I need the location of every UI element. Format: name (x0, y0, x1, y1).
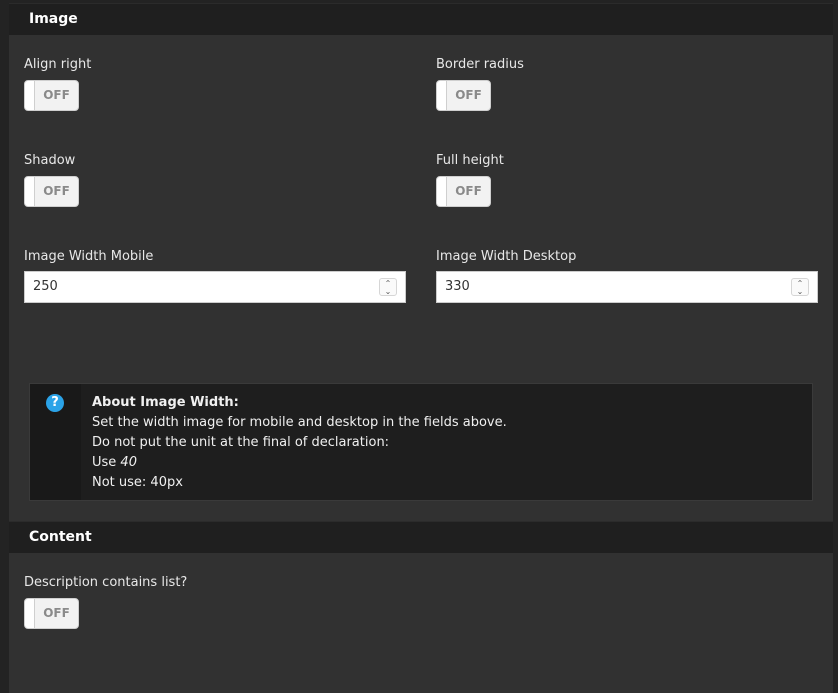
info-line-3: Use 40 (92, 453, 507, 473)
toggle-state: OFF (43, 184, 70, 198)
info-line-4: Not use: 40px (92, 475, 183, 490)
chevron-down-icon[interactable]: ⌄ (792, 288, 808, 296)
input-value: 330 (445, 279, 470, 294)
info-gutter: ? (30, 384, 81, 500)
number-spinner[interactable]: ⌃ ⌄ (379, 278, 397, 296)
full-height-label: Full height (436, 153, 504, 168)
info-text: About Image Width: Set the width image f… (92, 393, 507, 493)
info-line-2: Do not put the unit at the final of decl… (92, 435, 390, 450)
chevron-down-icon[interactable]: ⌄ (380, 288, 396, 296)
toggle-state: OFF (43, 606, 70, 620)
toggle-knob (25, 177, 35, 206)
align-right-label: Align right (24, 57, 92, 72)
image-width-desktop-input[interactable]: 330 ⌃ ⌄ (436, 271, 818, 303)
info-line-3-prefix: Use (92, 455, 121, 470)
frame-border-top (0, 0, 838, 3)
frame-border-left (0, 0, 9, 693)
section-title-content: Content (29, 529, 92, 545)
border-radius-toggle[interactable]: OFF (436, 80, 491, 111)
toggle-knob (25, 599, 35, 628)
toggle-knob (25, 81, 35, 110)
shadow-toggle[interactable]: OFF (24, 176, 79, 207)
toggle-knob (437, 177, 447, 206)
toggle-knob (437, 81, 447, 110)
section-panel-content (9, 553, 833, 693)
frame-border-right (833, 0, 838, 693)
section-header-content[interactable]: Content (9, 522, 833, 553)
input-value: 250 (33, 279, 58, 294)
number-spinner[interactable]: ⌃ ⌄ (791, 278, 809, 296)
image-width-mobile-label: Image Width Mobile (24, 249, 154, 264)
toggle-state: OFF (455, 184, 482, 198)
image-width-info-box: ? About Image Width: Set the width image… (29, 383, 813, 501)
full-height-toggle[interactable]: OFF (436, 176, 491, 207)
section-title-image: Image (29, 11, 78, 27)
question-circle-icon: ? (46, 394, 64, 412)
description-list-toggle[interactable]: OFF (24, 598, 79, 629)
align-right-toggle[interactable]: OFF (24, 80, 79, 111)
toggle-state: OFF (455, 88, 482, 102)
shadow-label: Shadow (24, 153, 76, 168)
border-radius-label: Border radius (436, 57, 524, 72)
info-title: About Image Width: (92, 395, 239, 410)
info-line-1: Set the width image for mobile and deskt… (92, 415, 507, 430)
toggle-state: OFF (43, 88, 70, 102)
image-width-desktop-label: Image Width Desktop (436, 249, 577, 264)
section-header-image[interactable]: Image (9, 4, 833, 35)
image-width-mobile-input[interactable]: 250 ⌃ ⌄ (24, 271, 406, 303)
info-line-3-value: 40 (120, 455, 137, 470)
description-list-label: Description contains list? (24, 575, 188, 590)
